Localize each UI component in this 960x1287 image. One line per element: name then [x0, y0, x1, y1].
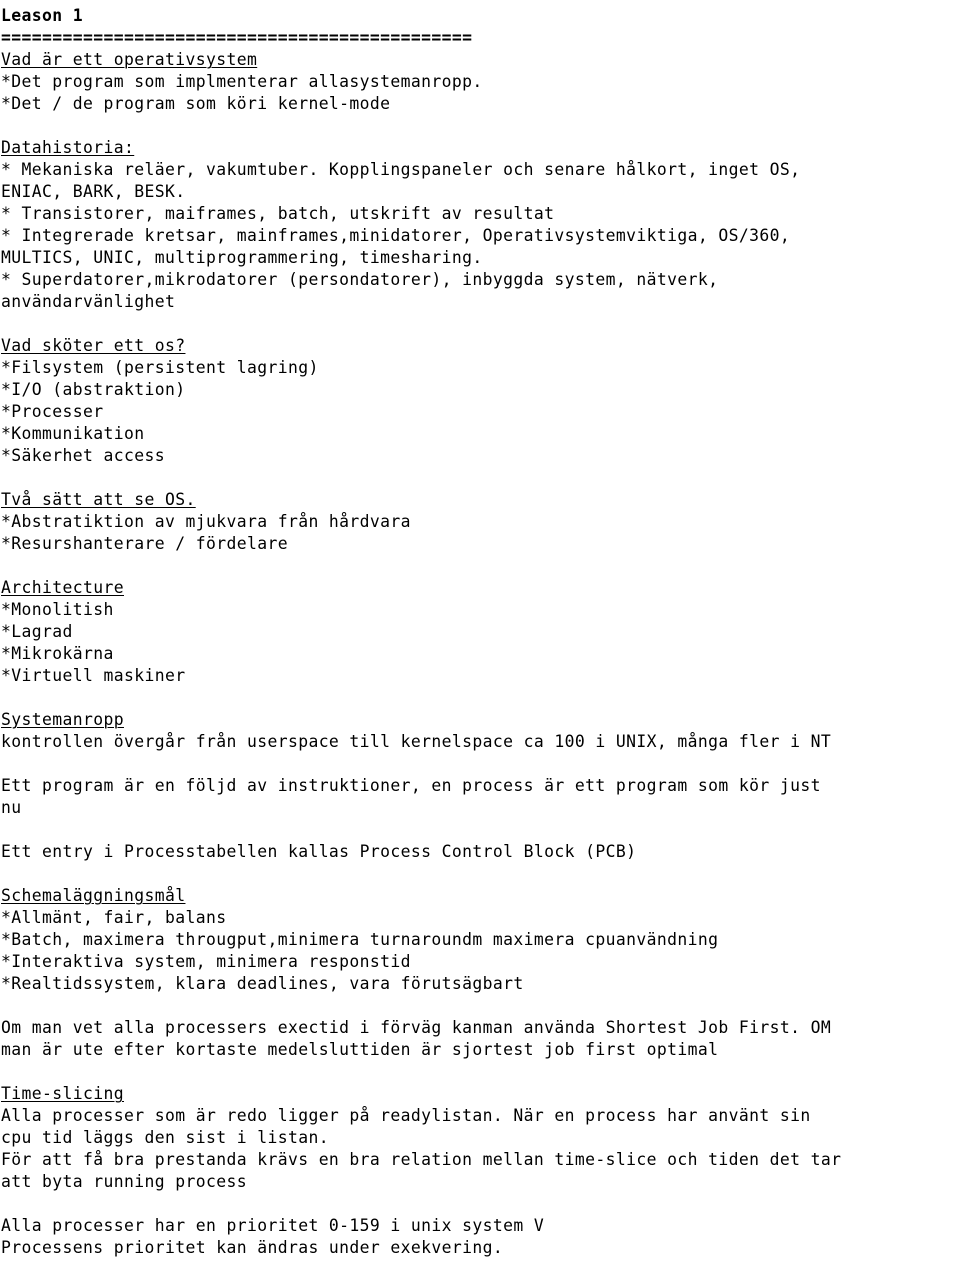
text-line: Processens prioritet kan ändras under ex… — [1, 1238, 504, 1257]
text-line: * Superdatorer,mikrodatorer (persondator… — [1, 270, 719, 289]
text-line: *Lagrad — [1, 622, 73, 641]
text-line: *Processer — [1, 402, 104, 421]
section-heading: Schemaläggningsmål — [1, 886, 186, 905]
text-line: *Mikrokärna — [1, 644, 114, 663]
section-heading: Datahistoria: — [1, 138, 135, 157]
text-line: man är ute efter kortaste medelsluttiden… — [1, 1040, 719, 1059]
text-line: användarvänlighet — [1, 292, 176, 311]
section-heading: Architecture — [1, 578, 124, 597]
text-line: Alla processer som är redo ligger på rea… — [1, 1106, 811, 1125]
text-line: *Monolitish — [1, 600, 114, 619]
text-line: Om man vet alla processers exectid i för… — [1, 1018, 832, 1037]
text-line: *I/O (abstraktion) — [1, 380, 186, 399]
text-line: *Allmänt, fair, balans — [1, 908, 227, 927]
text-line: Ett entry i Processtabellen kallas Proce… — [1, 842, 637, 861]
text-line: *Säkerhet access — [1, 446, 165, 465]
text-line: *Det program som implmenterar allasystem… — [1, 72, 483, 91]
document-title: Leason 1 — [1, 6, 83, 25]
text-line: Ett program är en följd av instruktioner… — [1, 776, 821, 795]
text-line: *Det / de program som köri kernel-mode — [1, 94, 391, 113]
text-line: nu — [1, 798, 22, 817]
text-line: Alla processer har en prioritet 0-159 i … — [1, 1216, 545, 1235]
section-heading: Vad är ett operativsystem — [1, 50, 258, 69]
text-line: ENIAC, BARK, BESK. — [1, 182, 186, 201]
text-line: *Interaktiva system, minimera responstid — [1, 952, 411, 971]
text-line: att byta running process — [1, 1172, 247, 1191]
text-line: *Filsystem (persistent lagring) — [1, 358, 319, 377]
text-line: *Resurshanterare / fördelare — [1, 534, 288, 553]
separator-rule: ========================================… — [1, 28, 473, 47]
text-line: * Mekaniska reläer, vakumtuber. Koppling… — [1, 160, 801, 179]
section-heading: Vad sköter ett os? — [1, 336, 186, 355]
text-line: *Realtidssystem, klara deadlines, vara f… — [1, 974, 524, 993]
text-line: * Integrerade kretsar, mainframes,minida… — [1, 226, 791, 245]
text-line: *Abstratiktion av mjukvara från hårdvara — [1, 512, 411, 531]
text-line: cpu tid läggs den sist i listan. — [1, 1128, 329, 1147]
section-heading: Två sätt att se OS. — [1, 490, 196, 509]
section-heading: Systemanropp — [1, 710, 124, 729]
text-line: *Batch, maximera througput,minimera turn… — [1, 930, 719, 949]
text-line: * Transistorer, maiframes, batch, utskri… — [1, 204, 555, 223]
text-line: MULTICS, UNIC, multiprogrammering, times… — [1, 248, 483, 267]
text-line: kontrollen övergår från userspace till k… — [1, 732, 832, 751]
document-body: Leason 1 ================================… — [0, 0, 960, 1259]
text-line: För att få bra prestanda krävs en bra re… — [1, 1150, 842, 1169]
text-line: *Virtuell maskiner — [1, 666, 186, 685]
text-line: *Kommunikation — [1, 424, 145, 443]
section-heading: Time-slicing — [1, 1084, 124, 1103]
